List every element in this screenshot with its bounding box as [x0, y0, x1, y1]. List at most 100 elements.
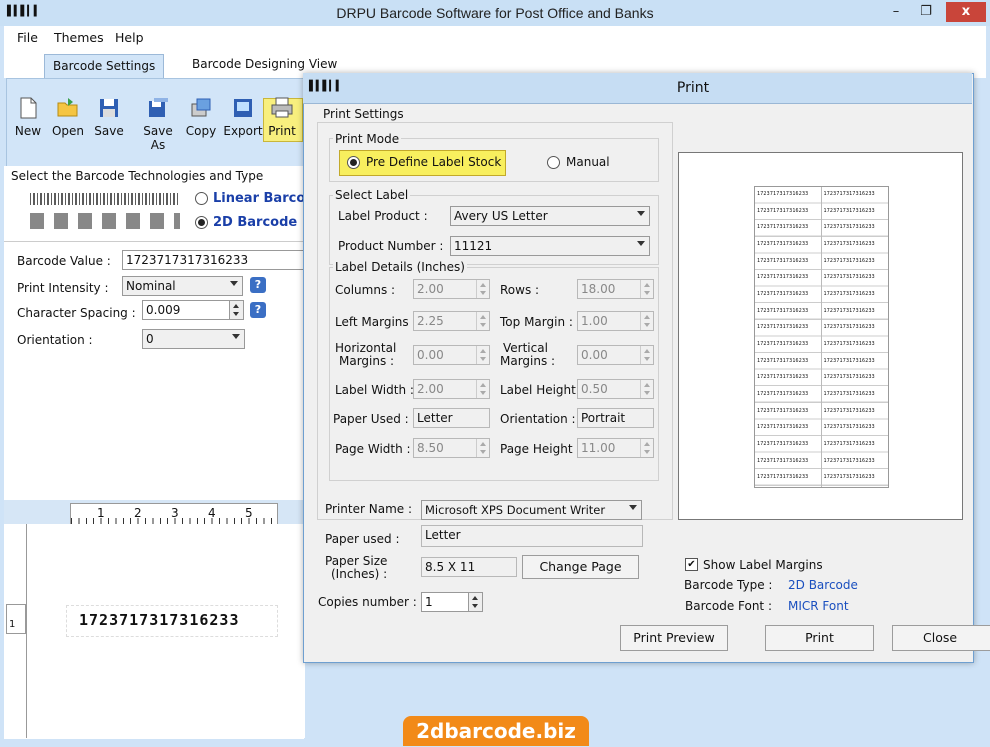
menu-themes[interactable]: Themes [54, 30, 104, 45]
label-width-input[interactable]: 2.00 [413, 379, 490, 399]
left-ruler: 1 [6, 604, 26, 634]
copies-number-label: Copies number : [318, 595, 417, 609]
rows-input[interactable]: 18.00 [577, 279, 654, 299]
preview-label-text: 1723717317316233 [823, 191, 875, 197]
change-page-button[interactable]: Change Page [522, 555, 639, 579]
label-product-select[interactable]: Avery US Letter [450, 206, 650, 226]
horizontal-margins-value: 0.00 [417, 348, 444, 362]
export-button[interactable]: Export [223, 96, 263, 138]
page-width-spinner[interactable] [476, 439, 489, 457]
preview-label-text: 1723717317316233 [757, 274, 809, 281]
product-number-select[interactable]: 11121 [450, 236, 650, 256]
barcode-preview-box[interactable]: 1723717317316233 [66, 605, 278, 637]
tab-barcode-settings[interactable]: Barcode Settings [44, 54, 165, 79]
preview-label-text: 1723717317316233 [823, 241, 875, 247]
window-title: DRPU Barcode Software for Post Office an… [336, 5, 654, 21]
manual-label: Manual [566, 155, 610, 169]
new-button[interactable]: New [8, 96, 48, 138]
page-width-input[interactable]: 8.50 [413, 438, 490, 458]
barcode-value-input[interactable]: 1723717317316233 [122, 250, 307, 270]
save-as-disk-icon [149, 98, 168, 117]
show-label-margins-label: Show Label Margins [703, 558, 823, 572]
maximize-button[interactable]: ❐ [914, 2, 938, 22]
panel-divider [4, 241, 304, 242]
preview-label-text: 1723717317316233 [823, 457, 875, 464]
preview-label-text: 1723717317316233 [757, 257, 809, 264]
top-margin-spinner[interactable] [640, 312, 653, 330]
tech-section-label: Select the Barcode Technologies and Type [11, 169, 264, 183]
preview-label-text: 1723717317316233 [823, 324, 875, 331]
2d-barcode-radio[interactable] [195, 216, 208, 229]
left-margins-input[interactable]: 2.25 [413, 311, 490, 331]
label-width-spinner[interactable] [476, 380, 489, 398]
preview-label-text: 1723717317316233 [757, 391, 809, 397]
orientation-field: Portrait [577, 408, 654, 428]
save-as-button[interactable]: Save As [136, 96, 180, 152]
preview-label-text: 1723717317316233 [823, 291, 875, 297]
vertical-margins-input[interactable]: 0.00 [577, 345, 654, 365]
print-dialog-print-button[interactable]: Print [765, 625, 874, 651]
preview-label-text: 1723717317316233 [823, 341, 875, 347]
close-dialog-button[interactable]: Close [892, 625, 990, 651]
preview-label-text: 1723717317316233 [757, 191, 809, 197]
menu-help[interactable]: Help [115, 30, 144, 45]
print-label: Print [268, 124, 296, 138]
print-button[interactable]: Print [262, 96, 302, 138]
horizontal-margins-input[interactable]: 0.00 [413, 345, 490, 365]
rows-spinner[interactable] [640, 280, 653, 298]
print-intensity-select[interactable]: Nominal [122, 276, 243, 296]
new-label: New [14, 124, 42, 138]
rows-value: 18.00 [581, 282, 616, 296]
copy-button[interactable]: Copy [181, 96, 221, 138]
manual-radio[interactable] [547, 156, 560, 169]
preview-label-text: 1723717317316233 [823, 374, 875, 381]
2d-barcode-label: 2D Barcode [213, 215, 298, 230]
show-label-margins-checkbox[interactable]: ✔ [685, 558, 698, 571]
horizontal-margins-spinner[interactable] [476, 346, 489, 364]
left-margins-spinner[interactable] [476, 312, 489, 330]
print-mode-label: Print Mode [333, 132, 402, 146]
predefine-label-stock-radio[interactable] [347, 156, 360, 169]
open-button[interactable]: Open [48, 96, 88, 138]
print-dialog-title: Print [676, 80, 710, 96]
copies-number-spinner[interactable] [468, 592, 483, 612]
print-intensity-help-icon[interactable]: ? [250, 277, 266, 293]
tab-barcode-designing-view[interactable]: Barcode Designing View [192, 57, 337, 71]
columns-input[interactable]: 2.00 [413, 279, 490, 299]
printer-name-value: Microsoft XPS Document Writer [425, 503, 606, 517]
preview-label-text: 1723717317316233 [757, 207, 809, 214]
chevron-down-icon [230, 281, 238, 286]
top-margin-input[interactable]: 1.00 [577, 311, 654, 331]
left-margins-value: 2.25 [417, 314, 444, 328]
save-button[interactable]: Save [89, 96, 129, 138]
vertical-margins-value: 0.00 [581, 348, 608, 362]
open-folder-icon [57, 98, 78, 117]
close-window-button[interactable]: x [946, 2, 986, 22]
page-height-spinner[interactable] [640, 439, 653, 457]
left-ruler-mark: 1 [9, 619, 16, 630]
barcode-preview-text: 1723717317316233 [79, 611, 240, 629]
label-height-spinner[interactable] [640, 380, 653, 398]
page-width-label: Page Width : [335, 442, 411, 456]
orientation-select[interactable]: 0 [142, 329, 245, 349]
printer-name-select[interactable]: Microsoft XPS Document Writer [421, 500, 642, 520]
barcode-font-value: MICR Font [788, 599, 849, 613]
menu-file[interactable]: File [17, 30, 38, 45]
copies-number-input[interactable]: 1 [421, 592, 470, 612]
preview-label-text: 1723717317316233 [757, 441, 809, 447]
vertical-margins-spinner[interactable] [640, 346, 653, 364]
minimize-button[interactable]: – [884, 2, 908, 22]
linear-barcode-radio[interactable] [195, 192, 208, 205]
character-spacing-help-icon[interactable]: ? [250, 302, 266, 318]
label-height-label: Label Height : [500, 383, 584, 397]
page-height-input[interactable]: 11.00 [577, 438, 654, 458]
predefine-label-stock-label: Pre Define Label Stock [366, 155, 502, 169]
label-height-input[interactable]: 0.50 [577, 379, 654, 399]
print-preview-button[interactable]: Print Preview [620, 625, 728, 651]
character-spacing-input[interactable]: 0.009 [142, 300, 231, 320]
character-spacing-label: Character Spacing : [17, 306, 136, 320]
character-spacing-spinner[interactable] [229, 300, 244, 320]
save-disk-icon [100, 99, 118, 117]
columns-spinner[interactable] [476, 280, 489, 298]
2d-barcode-samples [30, 213, 180, 229]
